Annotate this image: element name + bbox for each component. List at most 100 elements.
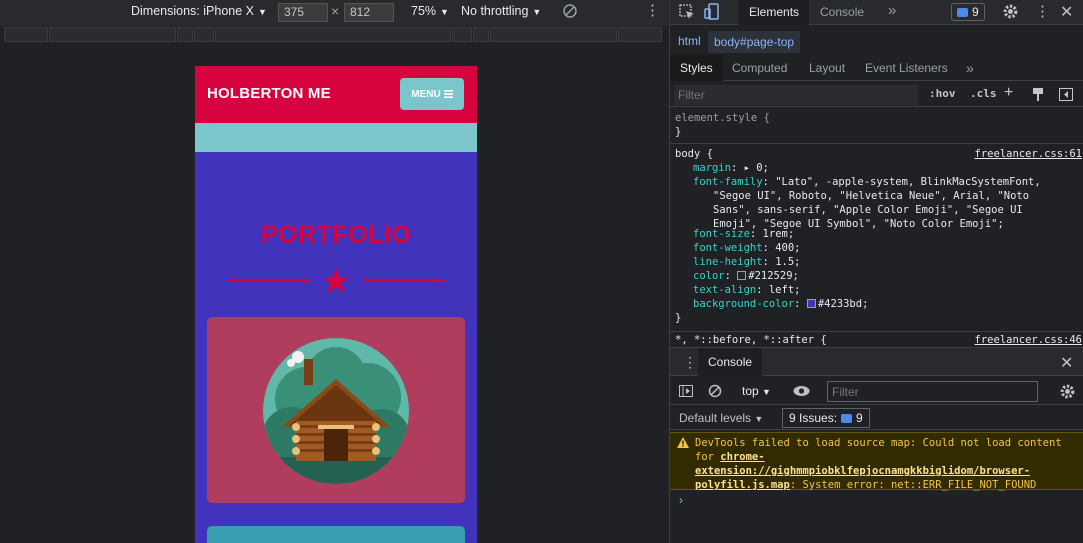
close-icon[interactable]: ✕ [1060, 2, 1073, 22]
decl-colon: : [724, 270, 738, 282]
ruler-segment[interactable] [452, 27, 472, 42]
decl-text-align[interactable]: text-align: left; [693, 283, 1063, 297]
toggle-sidebar-icon[interactable] [1059, 88, 1073, 101]
devtools-panel: Elements Console » 9 ⋮ ✕ html body#page-… [669, 0, 1083, 543]
rule-separator [670, 143, 1083, 144]
eye-icon[interactable] [793, 385, 810, 397]
device-select[interactable]: Dimensions: iPhone X ▼ [131, 4, 267, 18]
context-select[interactable]: top ▼ [742, 384, 771, 398]
decl-font-size[interactable]: font-size: 1rem; [693, 227, 1063, 241]
drawer-tab-console[interactable]: Console [698, 348, 763, 376]
paint-brush-icon[interactable] [1032, 88, 1044, 101]
decl-font-weight[interactable]: font-weight: 400; [693, 241, 1063, 255]
drawer-menu-icon[interactable]: ⋮ [683, 354, 697, 371]
decl-color[interactable]: color: #212529; [693, 269, 1063, 283]
throttling-select[interactable]: No throttling ▼ [461, 4, 541, 18]
tab-layout[interactable]: Layout [809, 55, 845, 81]
decl-prop: line-height [693, 256, 763, 268]
ruler-segment[interactable] [490, 27, 617, 42]
console-filter-input[interactable] [827, 381, 1038, 402]
more-tabs-icon[interactable]: » [888, 2, 896, 19]
breadcrumb-html[interactable]: html [678, 34, 701, 48]
console-sidebar-icon[interactable] [679, 385, 693, 397]
breadcrumb: html body#page-top [670, 31, 1083, 53]
page-brand[interactable]: HOLBERTON ME [207, 85, 331, 102]
device-width-input[interactable]: 375 [278, 3, 328, 22]
issues-count: 9 [972, 5, 979, 19]
ruler-segment[interactable] [215, 27, 451, 42]
message-icon [841, 413, 853, 423]
universal-rule-source-link[interactable]: freelancer.css:46 [975, 333, 1082, 347]
element-style-rule[interactable]: element.style { } [675, 111, 1080, 139]
gear-icon[interactable] [1002, 3, 1019, 20]
caret-down-icon: ▼ [440, 7, 449, 17]
menu-label: MENU [411, 88, 441, 100]
decl-line-height[interactable]: line-height: 1.5; [693, 255, 1063, 269]
star-divider [227, 268, 445, 293]
zoom-label: 75% [411, 4, 437, 18]
ruler-segment[interactable] [618, 27, 662, 42]
body-rule-source-link[interactable]: freelancer.css:61 [975, 147, 1082, 161]
more-options-icon[interactable]: ⋮ [645, 3, 660, 19]
color-swatch[interactable] [737, 271, 747, 280]
decl-margin[interactable]: margin: ▸ 0; [693, 161, 1063, 175]
body-selector[interactable]: body { [675, 147, 713, 161]
clear-console-icon[interactable] [708, 384, 722, 398]
decl-value: #4233bd; [817, 298, 869, 310]
inspect-element-icon[interactable] [679, 4, 695, 20]
rule-separator [670, 331, 1083, 332]
ruler-segment[interactable] [194, 27, 214, 42]
decl-prop: background-color [693, 298, 795, 310]
gear-icon[interactable] [1059, 383, 1076, 400]
device-toolbar-icon[interactable] [704, 3, 720, 21]
decl-value: : 400; [762, 242, 801, 254]
decl-prop: font-family [693, 176, 763, 188]
device-emulation-pane: Dimensions: iPhone X ▼ 375 × 812 75% ▼ No … [0, 0, 668, 543]
console-toolbar: top ▼ [670, 378, 1083, 405]
throttling-label: No throttling [461, 4, 529, 18]
portfolio-heading: PORTFOLIO [260, 221, 412, 249]
dimension-separator: × [331, 3, 340, 19]
ruler-segment[interactable] [49, 27, 176, 42]
styles-filter-input[interactable] [674, 85, 918, 105]
warning-icon [677, 437, 689, 448]
portfolio-item-cabin[interactable] [207, 317, 465, 503]
page-navbar: HOLBERTON ME MENU [195, 66, 477, 123]
console-prompt[interactable]: › [679, 493, 683, 507]
tab-elements[interactable]: Elements [739, 0, 810, 25]
close-drawer-icon[interactable]: ✕ [1060, 353, 1073, 373]
issues-badge[interactable]: 9 [951, 3, 985, 21]
default-levels-select[interactable]: Default levels ▼ [679, 411, 763, 425]
more-options-icon[interactable]: ⋮ [1035, 2, 1050, 20]
tab-event-listeners[interactable]: Event Listeners [865, 55, 948, 81]
ruler-segment[interactable] [177, 27, 193, 42]
styles-filter-row: :hov .cls + [670, 83, 1083, 107]
decl-prop: color [693, 270, 725, 282]
console-drawer: ⋮ Console ✕ top ▼ Default levels ▼ 9 Iss… [670, 347, 1083, 543]
zoom-select[interactable]: 75% ▼ [411, 4, 449, 18]
context-label: top [742, 384, 759, 398]
ruler-segment[interactable] [4, 27, 48, 42]
portfolio-item-next[interactable] [207, 526, 465, 543]
decl-background-color[interactable]: background-color: #4233bd; [693, 297, 1063, 311]
cls-toggle[interactable]: .cls [970, 87, 997, 100]
universal-selector[interactable]: *, *::before, *::after { [675, 333, 827, 347]
decl-value: : ▸ 0; [730, 162, 769, 174]
caret-down-icon: ▼ [754, 414, 764, 424]
color-swatch[interactable] [806, 299, 816, 308]
issues-count: 9 [856, 411, 863, 425]
decl-font-family[interactable]: font-family: "Lato", -apple-system, Blin… [693, 175, 1063, 231]
tab-computed[interactable]: Computed [732, 55, 787, 81]
console-issues-button[interactable]: 9 Issues: 9 [782, 408, 870, 428]
breadcrumb-body[interactable]: body#page-top [708, 31, 801, 53]
ruler-segment[interactable] [473, 27, 489, 42]
device-height-input[interactable]: 812 [344, 3, 394, 22]
more-tabs-icon[interactable]: » [966, 55, 974, 81]
issues-label: 9 Issues: [789, 411, 838, 425]
tab-console[interactable]: Console [820, 0, 864, 25]
add-rule-icon[interactable]: + [1004, 84, 1013, 102]
rotate-icon[interactable] [562, 3, 578, 19]
page-menu-button[interactable]: MENU [400, 78, 464, 110]
tab-styles[interactable]: Styles [670, 55, 723, 81]
hov-toggle[interactable]: :hov [929, 87, 956, 100]
